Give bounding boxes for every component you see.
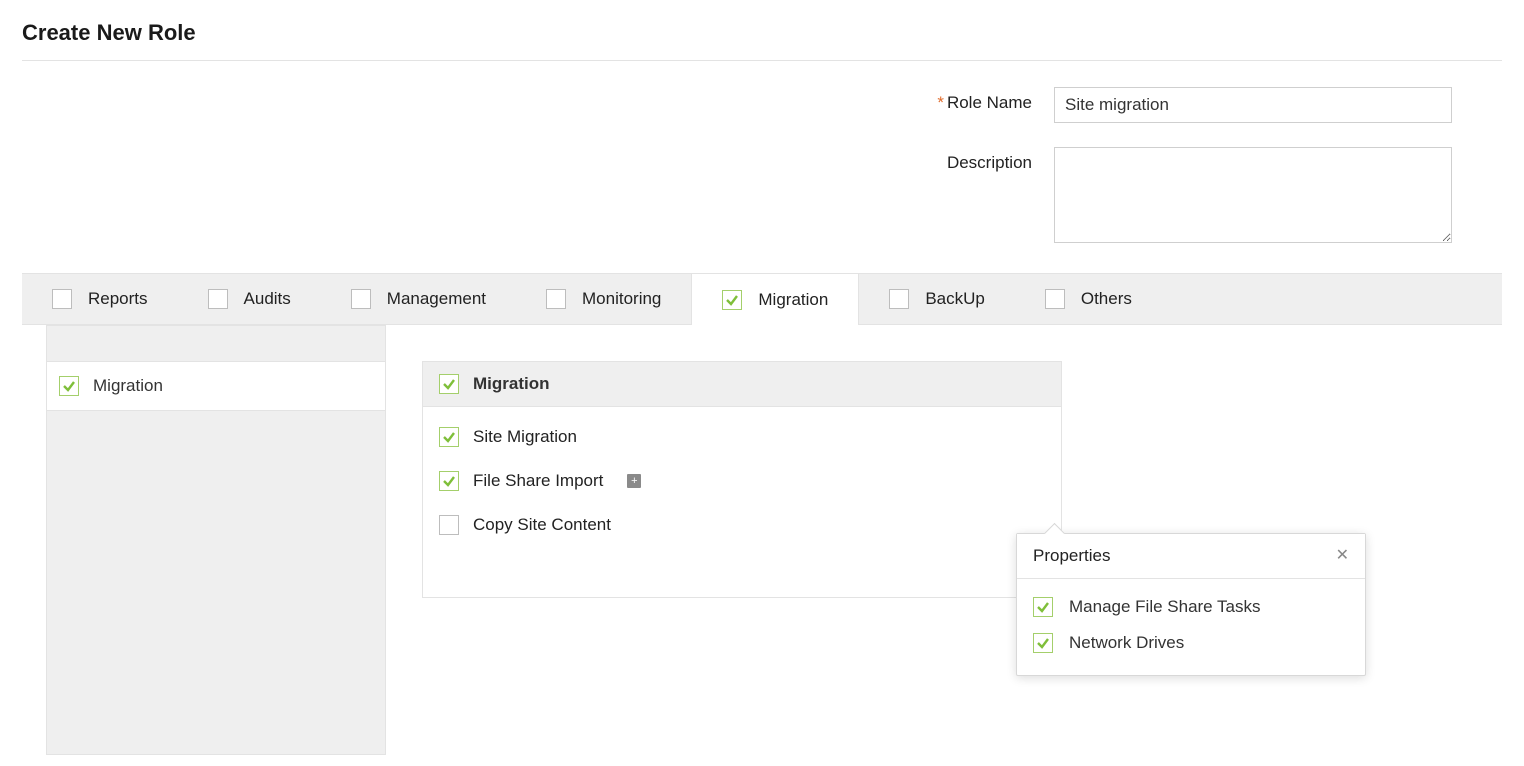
permission-label: File Share Import: [473, 471, 603, 491]
role-name-label: *Role Name: [937, 87, 1054, 113]
required-asterisk: *: [937, 93, 944, 112]
permissions-group-header[interactable]: Migration: [423, 362, 1061, 407]
tab-others-checkbox[interactable]: [1045, 289, 1065, 309]
description-textarea[interactable]: [1054, 147, 1452, 243]
popover-item-label: Manage File Share Tasks: [1069, 597, 1261, 617]
permission-label: Copy Site Content: [473, 515, 611, 535]
permission-file-share-import[interactable]: File Share Import +: [439, 459, 1045, 503]
page-title: Create New Role: [22, 20, 1502, 46]
tab-label: Management: [387, 289, 486, 309]
popover-item-network-drives[interactable]: Network Drives: [1033, 625, 1349, 661]
main-panel: Migration Site Migration File Share Impo…: [386, 325, 1502, 755]
tab-label: BackUp: [925, 289, 985, 309]
tab-others[interactable]: Others: [1015, 274, 1162, 324]
divider: [22, 60, 1502, 61]
tab-management-checkbox[interactable]: [351, 289, 371, 309]
sidebar-item-migration[interactable]: Migration: [47, 362, 385, 411]
sidebar-item-label: Migration: [93, 376, 163, 396]
tab-label: Others: [1081, 289, 1132, 309]
tab-label: Reports: [88, 289, 148, 309]
tab-reports[interactable]: Reports: [22, 274, 178, 324]
popover-item-manage-file-share-tasks[interactable]: Manage File Share Tasks: [1033, 589, 1349, 625]
tab-monitoring-checkbox[interactable]: [546, 289, 566, 309]
permission-checkbox[interactable]: [439, 471, 459, 491]
tab-reports-checkbox[interactable]: [52, 289, 72, 309]
popover-item-checkbox[interactable]: [1033, 597, 1053, 617]
sidebar-item-checkbox[interactable]: [59, 376, 79, 396]
permission-label: Site Migration: [473, 427, 577, 447]
permissions-group-checkbox[interactable]: [439, 374, 459, 394]
popover-item-checkbox[interactable]: [1033, 633, 1053, 653]
properties-popover: Properties ✕ Manage File Share Tasks Net…: [1016, 533, 1366, 676]
tab-audits-checkbox[interactable]: [208, 289, 228, 309]
role-name-input[interactable]: [1054, 87, 1452, 123]
permission-checkbox[interactable]: [439, 515, 459, 535]
tab-label: Audits: [244, 289, 291, 309]
close-icon[interactable]: ✕: [1336, 548, 1349, 564]
tab-backup-checkbox[interactable]: [889, 289, 909, 309]
popover-title: Properties: [1033, 546, 1110, 566]
expand-icon[interactable]: +: [627, 474, 641, 488]
permission-site-migration[interactable]: Site Migration: [439, 415, 1045, 459]
tab-monitoring[interactable]: Monitoring: [516, 274, 691, 324]
tab-audits[interactable]: Audits: [178, 274, 321, 324]
permission-copy-site-content[interactable]: Copy Site Content: [439, 503, 1045, 547]
side-panel-header: [47, 326, 385, 362]
popover-item-label: Network Drives: [1069, 633, 1184, 653]
tab-migration[interactable]: Migration: [691, 274, 859, 325]
side-panel: Migration: [46, 325, 386, 755]
tab-migration-checkbox[interactable]: [722, 290, 742, 310]
tab-label: Migration: [758, 290, 828, 310]
permissions-box: Migration Site Migration File Share Impo…: [422, 361, 1062, 598]
tabs-bar: Reports Audits Management Monitoring Mig…: [22, 273, 1502, 325]
tab-label: Monitoring: [582, 289, 661, 309]
tab-management[interactable]: Management: [321, 274, 516, 324]
description-label: Description: [947, 147, 1054, 173]
tab-backup[interactable]: BackUp: [859, 274, 1015, 324]
permissions-group-label: Migration: [473, 374, 550, 394]
permission-checkbox[interactable]: [439, 427, 459, 447]
